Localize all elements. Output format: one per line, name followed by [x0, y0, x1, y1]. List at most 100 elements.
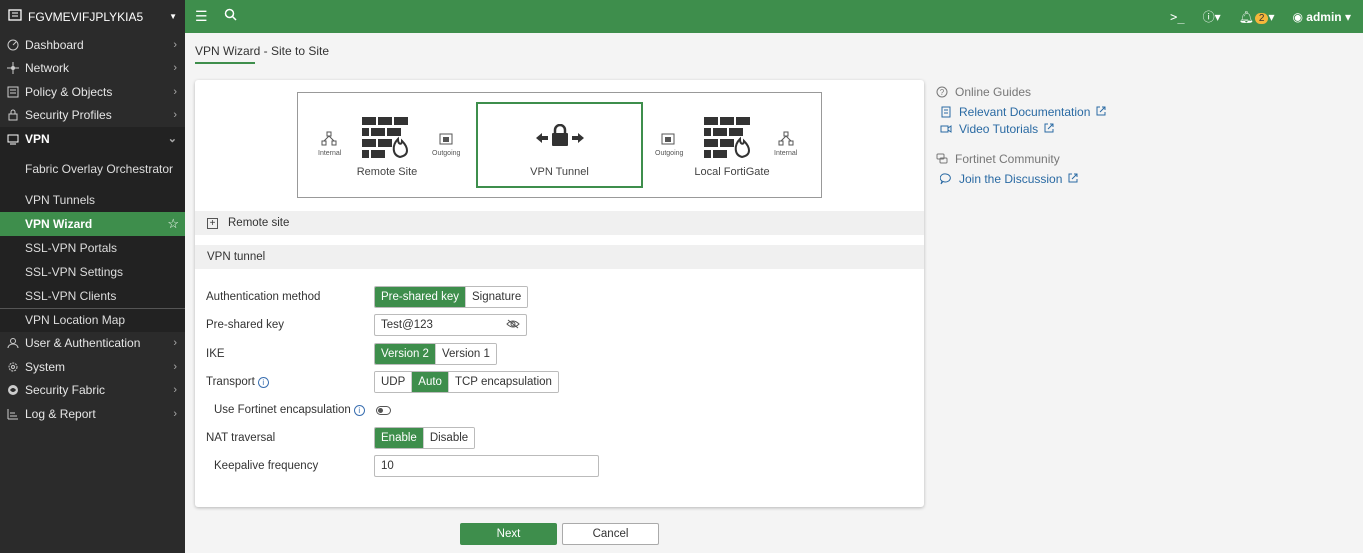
search-icon[interactable] — [224, 8, 237, 25]
sidebar-subitem-vpn-tunnels[interactable]: VPN Tunnels — [0, 188, 185, 212]
sidebar-subitem-fabric-overlay[interactable]: Fabric Overlay Orchestrator — [0, 151, 185, 188]
sidebar: FGVMEVIFJPLYKIA5 ▼ Dashboard › Network ›… — [0, 0, 185, 553]
cancel-button[interactable]: Cancel — [562, 523, 659, 545]
sidebar-subitem-ssl-vpn-portals[interactable]: SSL-VPN Portals — [0, 236, 185, 260]
keepalive-input[interactable]: 10 — [374, 455, 599, 477]
expand-plus-icon[interactable]: + — [207, 217, 218, 229]
sidebar-item-user-auth[interactable]: User & Authentication › — [0, 332, 185, 356]
nat-option-enable[interactable]: Enable — [375, 428, 423, 448]
auth-option-psk[interactable]: Pre-shared key — [375, 287, 465, 307]
eye-slash-icon[interactable] — [506, 319, 520, 332]
local-fortigate-title: Local FortiGate — [694, 166, 770, 178]
gear-icon — [6, 360, 20, 374]
internal-network-icon — [321, 131, 337, 150]
sidebar-item-dashboard[interactable]: Dashboard › — [0, 33, 185, 57]
help-icon[interactable]: ⓘ▾ — [1203, 8, 1221, 25]
notification-badge: 2 — [1254, 12, 1269, 24]
auth-method-label: Authentication method — [206, 291, 321, 303]
page-title: VPN Wizard - Site to Site — [195, 44, 330, 58]
nat-option-disable[interactable]: Disable — [422, 428, 475, 448]
sidebar-item-security-profiles[interactable]: Security Profiles › — [0, 104, 185, 128]
notifications-button[interactable]: 🔔︎ 2 ▾ — [1238, 9, 1274, 24]
chevron-down-icon[interactable]: ▼ — [169, 12, 177, 21]
fortinet-encap-toggle[interactable] — [376, 405, 391, 415]
user-avatar-icon: ◉ — [1292, 9, 1303, 24]
top-bar: ☰ >_ ⓘ▾ 🔔︎ 2 ▾ ◉ admin ▾ — [185, 0, 1363, 33]
sidebar-item-label: Log & Report — [25, 406, 96, 421]
sidebar-subitem-vpn-location-map[interactable]: VPN Location Map — [0, 307, 185, 332]
device-selector[interactable]: FGVMEVIFJPLYKIA5 ▼ — [0, 0, 185, 33]
star-icon[interactable]: ☆ — [167, 216, 179, 232]
sidebar-item-security-fabric[interactable]: Security Fabric › — [0, 379, 185, 403]
sidebar-item-system[interactable]: System › — [0, 355, 185, 379]
sidebar-item-policy-objects[interactable]: Policy & Objects › — [0, 80, 185, 104]
chat-icon — [939, 173, 953, 185]
dashboard-icon — [6, 38, 20, 52]
transport-option-auto[interactable]: Auto — [411, 372, 448, 392]
remote-site-section[interactable]: + Remote site — [195, 211, 924, 235]
question-circle-icon: ? — [935, 86, 949, 98]
video-tutorials-label: Video Tutorials — [959, 122, 1039, 136]
sidebar-subitem-ssl-vpn-clients[interactable]: SSL-VPN Clients — [0, 284, 185, 308]
next-button[interactable]: Next — [460, 523, 557, 545]
section-title: VPN tunnel — [207, 251, 266, 263]
keepalive-value: 10 — [381, 460, 394, 472]
sidebar-item-label: Dashboard — [25, 37, 84, 52]
info-icon[interactable]: i — [257, 376, 269, 388]
chevron-right-icon: › — [173, 337, 177, 350]
sidebar-subitem-vpn-wizard[interactable]: VPN Wizard ☆ — [0, 211, 185, 236]
sidebar-subitem-ssl-vpn-settings[interactable]: SSL-VPN Settings — [0, 260, 185, 284]
video-icon — [939, 123, 953, 135]
ike-toggle: Version 2 Version 1 — [374, 343, 497, 365]
relevant-docs-link[interactable]: Relevant Documentation — [939, 105, 1106, 119]
sidebar-subitem-label: VPN Wizard — [25, 216, 93, 231]
external-link-icon — [1068, 172, 1078, 186]
network-icon — [6, 61, 20, 75]
transport-option-tcp[interactable]: TCP encapsulation — [447, 372, 558, 392]
internal-label: Internal — [318, 150, 342, 157]
chevron-right-icon: › — [173, 62, 177, 75]
keepalive-row: Keepalive frequency 10 — [214, 455, 599, 477]
relevant-docs-label: Relevant Documentation — [959, 105, 1091, 119]
psk-label: Pre-shared key — [206, 319, 284, 331]
sidebar-item-label: Network — [25, 61, 70, 76]
user-name: admin — [1306, 9, 1342, 24]
remote-site-title: Remote Site — [356, 166, 418, 178]
video-tutorials-link[interactable]: Video Tutorials — [939, 122, 1054, 136]
sidebar-item-vpn[interactable]: VPN ⌄ — [0, 127, 185, 151]
cli-console-icon[interactable]: >_ — [1170, 10, 1184, 24]
chevron-right-icon: › — [173, 384, 177, 397]
chat-bubbles-icon — [935, 153, 949, 165]
psk-value: Test@123 — [381, 319, 433, 331]
auth-method-toggle: Pre-shared key Signature — [374, 286, 529, 308]
outgoing-label: Outgoing — [432, 150, 461, 157]
transport-row: Transport i UDP Auto TCP encapsulation — [206, 371, 559, 393]
svg-text:?: ? — [940, 88, 945, 97]
vpn-tunnel-section: VPN tunnel — [195, 245, 924, 269]
psk-input[interactable]: Test@123 — [374, 314, 527, 336]
chevron-right-icon: › — [173, 360, 177, 373]
transport-option-udp[interactable]: UDP — [375, 372, 412, 392]
nat-toggle: Enable Disable — [374, 427, 476, 449]
external-link-icon — [1044, 122, 1054, 136]
join-discussion-link[interactable]: Join the Discussion — [939, 172, 1078, 186]
ike-option-v1[interactable]: Version 1 — [434, 344, 496, 364]
auth-option-signature[interactable]: Signature — [464, 287, 528, 307]
menu-icon[interactable]: ☰ — [195, 8, 208, 25]
bell-icon: 🔔︎ — [1238, 9, 1254, 24]
ike-option-v2[interactable]: Version 2 — [375, 344, 435, 364]
internal-label: Internal — [774, 150, 798, 157]
section-title: Remote site — [228, 217, 290, 229]
join-discussion-label: Join the Discussion — [959, 172, 1063, 186]
info-icon[interactable]: i — [353, 404, 365, 416]
community-header: Fortinet Community — [935, 152, 1060, 166]
ike-label: IKE — [206, 348, 225, 360]
sidebar-item-network[interactable]: Network › — [0, 57, 185, 81]
user-menu[interactable]: ◉ admin ▾ — [1292, 10, 1351, 24]
sidebar-item-label: Policy & Objects — [25, 84, 113, 99]
sidebar-item-log-report[interactable]: Log & Report › — [0, 402, 185, 426]
topology-diagram: Internal Outgoing Remote Site VPN Tunnel… — [297, 92, 822, 198]
lock-icon — [6, 108, 20, 122]
fortinet-encap-label-wrap: Use Fortinet encapsulation i — [214, 404, 376, 416]
fabric-icon — [6, 383, 20, 397]
